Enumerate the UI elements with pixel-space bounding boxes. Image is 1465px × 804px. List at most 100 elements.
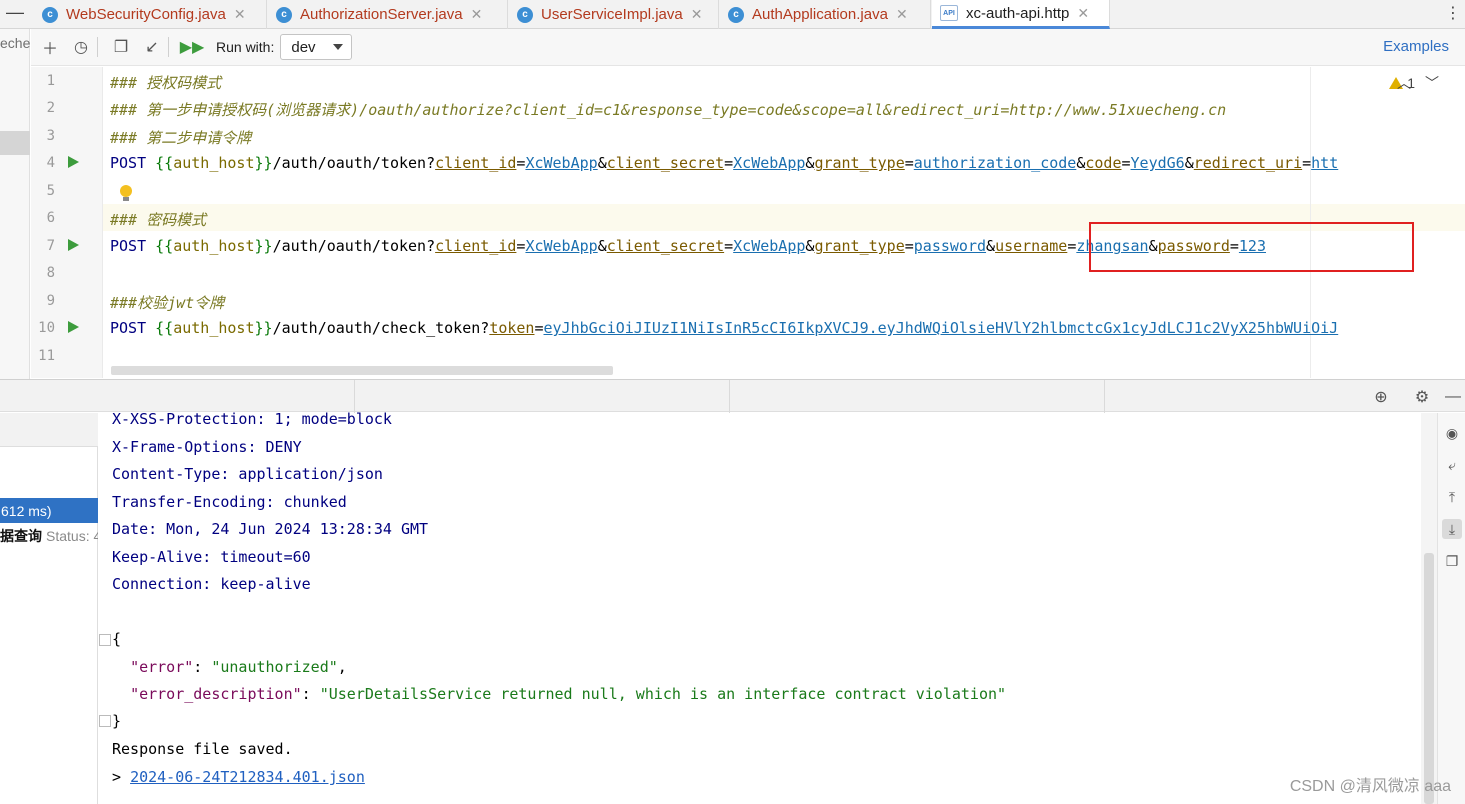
param-value: YeydG6 bbox=[1130, 154, 1185, 172]
comment-text: ###校验jwt令牌 bbox=[110, 294, 225, 312]
chevron-down-icon[interactable]: ﹀ bbox=[1425, 75, 1453, 91]
copy-icon[interactable]: ❐ bbox=[109, 35, 133, 59]
examples-link[interactable]: Examples bbox=[1383, 38, 1449, 55]
close-icon[interactable]: ✕ bbox=[896, 6, 908, 23]
tab-authapplication[interactable]: c AuthApplication.java ✕ bbox=[720, 0, 931, 29]
list-header bbox=[0, 413, 98, 447]
scroll-to-end-icon[interactable]: ⤓ bbox=[1442, 519, 1462, 539]
toolbar-separator bbox=[97, 37, 98, 57]
code-line-6: ### 密码模式 bbox=[110, 209, 206, 230]
horizontal-scrollbar[interactable] bbox=[111, 366, 613, 375]
tab-label: UserServiceImpl.java bbox=[541, 6, 683, 23]
list-item-selected[interactable]: 612 ms) bbox=[0, 498, 98, 523]
param-key: client_id bbox=[435, 237, 517, 255]
var-close: }} bbox=[254, 319, 273, 337]
fold-icon[interactable] bbox=[99, 634, 111, 646]
lightbulb-icon[interactable] bbox=[120, 185, 132, 201]
json-open-brace: { bbox=[112, 630, 121, 648]
var-open: {{ bbox=[155, 237, 174, 255]
line-number: 9 bbox=[46, 293, 55, 309]
services-panel-header: ⊕ ⚙ — bbox=[0, 379, 1465, 413]
run-all-icon[interactable]: ▶▶ bbox=[180, 35, 205, 59]
code-line-1: ### 授权码模式 bbox=[110, 72, 221, 93]
request-history-list: 612 ms) 据查询 Status: 4 bbox=[0, 413, 98, 804]
environment-select[interactable]: dev bbox=[280, 34, 353, 60]
project-panel-strip: eche bbox=[0, 29, 30, 379]
param-key: grant_type bbox=[814, 237, 905, 255]
list-item-label: 612 ms) bbox=[1, 502, 52, 519]
http-method: POST bbox=[110, 154, 147, 172]
close-icon[interactable]: ✕ bbox=[471, 6, 483, 23]
response-side-toolbar: ◉ ⤶ ⤒ ⤓ ❐ bbox=[1437, 413, 1465, 804]
soft-wrap-icon[interactable]: ⤶ bbox=[1442, 455, 1462, 475]
var-close: }} bbox=[254, 154, 273, 172]
response-saved-text: Response file saved. bbox=[112, 740, 293, 758]
line-number: 5 bbox=[46, 183, 55, 199]
run-request-icon[interactable] bbox=[68, 156, 79, 168]
more-options-icon[interactable]: ⋮ bbox=[1445, 3, 1461, 23]
http-method: POST bbox=[110, 319, 147, 337]
tab-authorizationserver[interactable]: c AuthorizationServer.java ✕ bbox=[268, 0, 508, 29]
class-icon: c bbox=[42, 6, 58, 23]
param-key: redirect_uri bbox=[1193, 154, 1303, 172]
json-value: "unauthorized" bbox=[211, 658, 338, 676]
minimize-icon[interactable]: — bbox=[6, 2, 24, 23]
class-icon: c bbox=[276, 6, 292, 23]
response-output[interactable]: X-XSS-Protection: 1; mode=block X-Frame-… bbox=[99, 410, 1421, 804]
chevron-up-icon[interactable]: ︿ bbox=[1397, 75, 1425, 91]
vertical-scrollbar[interactable] bbox=[1421, 413, 1437, 804]
line-number: 3 bbox=[46, 128, 55, 144]
run-with-label: Run with: bbox=[216, 39, 275, 55]
close-icon[interactable]: ✕ bbox=[1077, 5, 1089, 22]
run-request-icon[interactable] bbox=[68, 239, 79, 251]
tab-xc-auth-api-http[interactable]: API xc-auth-api.http ✕ bbox=[932, 0, 1110, 29]
hide-panel-icon[interactable]: — bbox=[1443, 387, 1463, 407]
copy-icon[interactable]: ❐ bbox=[1442, 551, 1462, 571]
response-file-line: > 2024-06-24T212834.401.json bbox=[112, 768, 365, 786]
param-value: XcWebApp bbox=[525, 237, 598, 255]
response-header-line: Connection: keep-alive bbox=[112, 575, 311, 593]
column-divider bbox=[1104, 380, 1105, 413]
code-line-9: ###校验jwt令牌 bbox=[110, 292, 224, 313]
list-item[interactable]: 据查询 Status: 4 bbox=[0, 525, 98, 547]
gear-icon[interactable]: ⚙ bbox=[1412, 387, 1432, 407]
run-request-icon[interactable] bbox=[68, 321, 79, 333]
code-line-2: ### 第一步申请授权码(浏览器请求)/oauth/authorize?clie… bbox=[110, 99, 1226, 120]
editor-tab-bar: — c WebSecurityConfig.java ✕ c Authoriza… bbox=[0, 0, 1465, 29]
request-path: /auth/oauth/token? bbox=[272, 154, 436, 172]
add-request-icon[interactable]: ＋ bbox=[38, 35, 62, 59]
param-key: grant_type bbox=[814, 154, 905, 172]
import-icon[interactable]: ↙ bbox=[140, 35, 164, 59]
line-number: 11 bbox=[38, 348, 55, 364]
http-editor[interactable]: 1 2 3 4 5 6 7 8 9 10 11 ### 授权码模式 ### 第一… bbox=[31, 67, 1465, 378]
inspection-nav[interactable]: ︿﹀ bbox=[1397, 73, 1453, 93]
param-value: htt bbox=[1311, 154, 1339, 172]
history-icon[interactable]: ◷ bbox=[69, 35, 93, 59]
close-icon[interactable]: ✕ bbox=[234, 6, 246, 23]
line-number: 7 bbox=[46, 238, 55, 254]
tab-websecurityconfig[interactable]: c WebSecurityConfig.java ✕ bbox=[34, 0, 267, 29]
code-line-3: ### 第二步申请令牌 bbox=[110, 127, 251, 148]
class-icon: c bbox=[728, 6, 744, 23]
close-icon[interactable]: ✕ bbox=[691, 6, 703, 23]
column-divider bbox=[354, 380, 355, 413]
crosshair-icon[interactable]: ⊕ bbox=[1371, 387, 1391, 407]
response-file-link[interactable]: 2024-06-24T212834.401.json bbox=[130, 768, 365, 786]
line-number: 2 bbox=[46, 100, 55, 116]
highlight-annotation-box bbox=[1089, 222, 1414, 272]
code-line-4: POST {{auth_host}}/auth/oauth/token?clie… bbox=[110, 154, 1339, 172]
scrollbar-thumb[interactable] bbox=[1424, 553, 1434, 804]
project-tree-selection[interactable] bbox=[0, 131, 30, 155]
json-close-brace: } bbox=[112, 712, 121, 730]
http-client-toolbar: ＋ ◷ ❐ ↙ ▶▶ Run with: dev Examples bbox=[31, 29, 1465, 66]
json-line-error: "error": "unauthorized", bbox=[130, 658, 347, 676]
line-number: 1 bbox=[46, 73, 55, 89]
var-close: }} bbox=[254, 237, 273, 255]
tab-userserviceimpl[interactable]: c UserServiceImpl.java ✕ bbox=[509, 0, 719, 29]
scroll-to-top-icon[interactable]: ⤒ bbox=[1442, 487, 1462, 507]
api-file-icon: API bbox=[940, 5, 958, 21]
fold-icon[interactable] bbox=[99, 715, 111, 727]
line-number: 4 bbox=[46, 155, 55, 171]
param-value: XcWebApp bbox=[733, 237, 806, 255]
eye-icon[interactable]: ◉ bbox=[1442, 423, 1462, 443]
